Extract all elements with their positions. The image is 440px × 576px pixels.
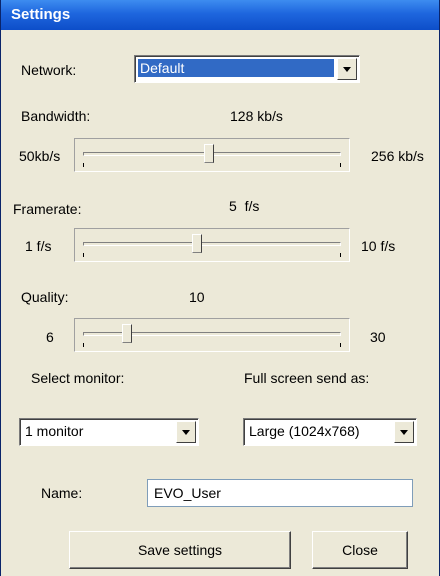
monitor-select-value: 1 monitor <box>25 423 84 439</box>
monitor-dropdown-arrow-icon[interactable] <box>176 421 196 443</box>
framerate-slider[interactable] <box>74 228 350 262</box>
window-title: Settings <box>11 6 71 23</box>
slider-tick <box>340 163 341 167</box>
bandwidth-slider-thumb[interactable] <box>204 144 215 163</box>
bandwidth-max-label: 256 kb/s <box>371 148 424 164</box>
fullscreen-select[interactable]: Large (1024x768) <box>243 418 417 446</box>
name-label: Name: <box>41 485 83 501</box>
network-select[interactable]: Default <box>134 55 360 83</box>
quality-min-label: 6 <box>46 329 54 345</box>
network-label: Network: <box>21 62 77 78</box>
framerate-slider-thumb[interactable] <box>191 234 202 253</box>
bandwidth-slider[interactable] <box>74 138 350 172</box>
fullscreen-select-value: Large (1024x768) <box>249 423 360 439</box>
slider-tick <box>340 343 341 347</box>
quality-slider[interactable] <box>74 318 350 352</box>
slider-tick <box>83 253 84 257</box>
quality-value: 10 <box>189 289 205 305</box>
close-button[interactable]: Close <box>312 531 408 569</box>
slider-tick <box>83 163 84 167</box>
save-settings-button[interactable]: Save settings <box>69 531 291 569</box>
title-bar: Settings <box>1 0 439 30</box>
framerate-slider-track <box>83 242 341 246</box>
bandwidth-value: 128 kb/s <box>230 108 283 124</box>
network-select-value: Default <box>138 59 334 77</box>
name-input-value: EVO_User <box>154 485 221 501</box>
monitor-select[interactable]: 1 monitor <box>19 418 199 446</box>
network-dropdown-arrow-icon[interactable] <box>337 58 357 80</box>
bandwidth-label: Bandwidth: <box>21 108 91 124</box>
slider-tick <box>340 253 341 257</box>
framerate-min-label: 1 f/s <box>25 238 52 254</box>
bandwidth-min-label: 50kb/s <box>19 148 61 164</box>
quality-slider-thumb[interactable] <box>121 324 132 343</box>
fullscreen-label: Full screen send as: <box>244 370 370 386</box>
framerate-max-label: 10 f/s <box>361 238 396 254</box>
framerate-value: 5 f/s <box>229 198 260 214</box>
name-input[interactable]: EVO_User <box>147 479 413 507</box>
quality-label: Quality: <box>21 289 69 305</box>
quality-max-label: 30 <box>370 329 386 345</box>
select-monitor-label: Select monitor: <box>31 370 125 386</box>
slider-tick <box>83 343 84 347</box>
settings-window: Settings Network: Default Bandwidth: 128… <box>0 0 440 576</box>
fullscreen-dropdown-arrow-icon[interactable] <box>394 421 414 443</box>
framerate-label: Framerate: <box>13 201 82 217</box>
